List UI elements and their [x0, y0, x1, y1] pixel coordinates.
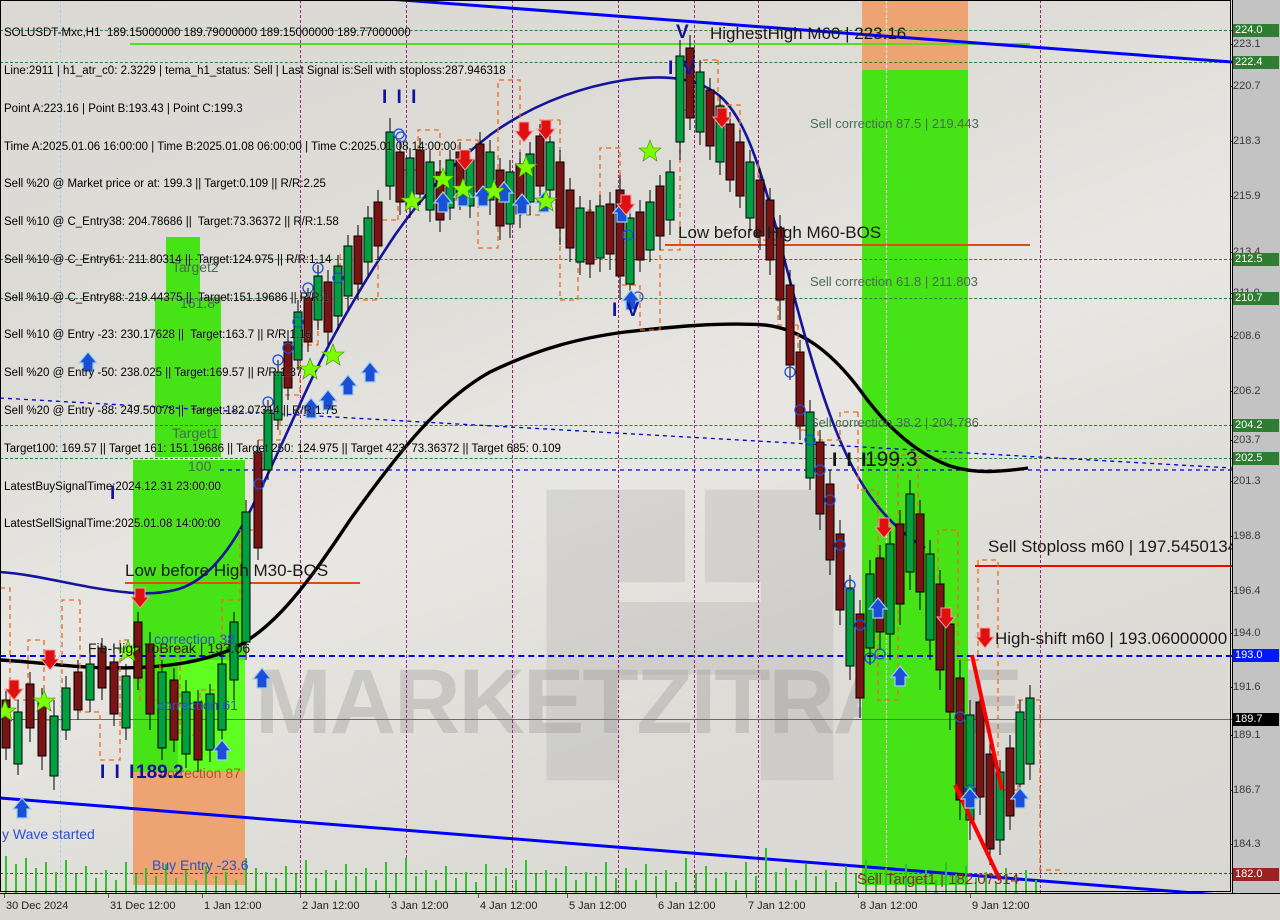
price-tick-1940: 194.0 [1230, 627, 1261, 639]
chart-plot-area[interactable]: MARKETZITRADE HighestHigh M60 | 223.16 S… [0, 0, 1232, 893]
time-tick-6: 5 Jan 12:00 [569, 900, 627, 912]
annotation-correction-61: correction 61 [157, 697, 238, 713]
wave-label-III-low: I I I [100, 762, 137, 783]
time-tick-0: 30 Dec 2024 [6, 900, 69, 912]
annotation-sell-stoploss: Sell Stoploss m60 | 197.54501349 [988, 537, 1232, 556]
price-badge-bid: 193.0 [1233, 649, 1279, 662]
header-line-13: LatestSellSignalTime:2025.01.08 14:00:00 [4, 518, 221, 531]
wave-label-IV-2: I V [668, 58, 698, 79]
price-scale[interactable]: 224.0 223.1 222.4 220.7 218.3 215.9 213.… [1230, 0, 1280, 893]
price-tick-1843: 184.3 [1230, 838, 1261, 850]
header-line-9: Sell %20 @ Entry -50: 238.025 || Target:… [4, 367, 303, 380]
annotation-high-shift: High-shift m60 | 193.06000000 [995, 629, 1228, 648]
time-sep-8 [746, 894, 747, 898]
price-tick-1964: 196.4 [1230, 585, 1261, 597]
price-tick-2231: 223.1 [1230, 38, 1261, 50]
time-tick-5: 4 Jan 12:00 [480, 900, 538, 912]
time-sep-10 [970, 894, 971, 898]
annotation-correction-38: correction 38 [154, 631, 235, 647]
price-tick-1916: 191.6 [1230, 681, 1261, 693]
header-line-6: Sell %10 @ C_Entry61: 211.80314 || Targe… [4, 253, 332, 266]
header-line-2: Point A:223.16 | Point B:193.43 | Point … [4, 102, 243, 115]
annotation-low-before-high-m30: Low before High M30-BOS [125, 561, 329, 580]
price-badge-current: 189.7 [1233, 713, 1279, 726]
price-badge-target: 182.0 [1233, 868, 1279, 881]
annotation-price-189-2: 189.2 [136, 762, 184, 783]
chart-info-header: SOLUSDT-Mxc,H1 189.15000000 189.79000000… [4, 2, 561, 556]
time-sep-6 [567, 894, 568, 898]
wave-label-IV: I V [612, 300, 642, 321]
time-tick-10: 9 Jan 12:00 [972, 900, 1030, 912]
price-tick-2159: 215.9 [1230, 190, 1261, 202]
header-line-5: Sell %10 @ C_Entry38: 204.78686 || Targe… [4, 216, 339, 229]
price-tick-2013: 201.3 [1230, 475, 1261, 487]
header-line-4: Sell %20 @ Market price or at: 199.3 || … [4, 178, 326, 191]
header-line-10: Sell %20 @ Entry -88: 249.50078 || Targe… [4, 405, 338, 417]
time-tick-7: 6 Jan 12:00 [658, 900, 716, 912]
annotation-sell-corr-382: Sell correction 38.2 | 204.786 [810, 415, 979, 430]
time-sep-9 [858, 894, 859, 898]
annotation-sell-target1: Sell Target1 | 182.07314 [857, 871, 1020, 888]
price-tick-2086: 208.6 [1230, 330, 1261, 342]
wave-label-III-right: I I I [832, 450, 869, 471]
time-tick-8: 7 Jan 12:00 [748, 900, 806, 912]
time-tick-1: 31 Dec 12:00 [110, 900, 176, 912]
header-line-7: Sell %10 @ C_Entry88: 219.44375 || Targe… [4, 291, 330, 304]
time-sep-0 [4, 894, 5, 898]
annotation-sell-corr-875: Sell correction 87.5 | 219.443 [810, 116, 979, 131]
time-tick-9: 8 Jan 12:00 [860, 900, 918, 912]
time-sep-7 [656, 894, 657, 898]
price-tick-2207: 220.7 [1230, 80, 1261, 92]
price-badge-2125: 212.5 [1233, 253, 1279, 266]
price-badge-2042: 204.2 [1233, 419, 1279, 432]
price-badge-224: 224.0 [1233, 24, 1279, 37]
price-tick-1891: 189.1 [1230, 729, 1261, 741]
header-line-0: SOLUSDT-Mxc,H1 189.15000000 189.79000000… [4, 27, 411, 40]
price-badge-2107: 210.7 [1233, 292, 1279, 305]
time-sep-5 [478, 894, 479, 898]
price-badge-2025: 202.5 [1233, 452, 1279, 465]
time-tick-2: 1 Jan 12:00 [204, 900, 262, 912]
time-tick-4: 3 Jan 12:00 [391, 900, 449, 912]
price-tick-1988: 198.8 [1230, 530, 1261, 542]
header-line-3: Time A:2025.01.06 16:00:00 | Time B:2025… [4, 140, 457, 153]
price-tick-2183: 218.3 [1230, 135, 1261, 147]
annotation-highest-high: HighestHigh M60 | 223.16 [710, 24, 907, 43]
annotation-wave-started: y Wave started [2, 826, 95, 842]
time-tick-3: 2 Jan 12:00 [302, 900, 360, 912]
time-sep-2 [202, 894, 203, 898]
header-line-12: LatestBuySignalTime:2024.12.31 23:00:00 [4, 480, 221, 493]
annotation-buy-entry: Buy Entry -23.6 [152, 857, 249, 873]
annotation-price-199-3: 199.3 [865, 448, 918, 471]
mt4-chart-window[interactable]: MARKETZITRADE HighestHigh M60 | 223.16 S… [0, 0, 1280, 920]
price-tick-2037: 203.7 [1230, 434, 1261, 446]
header-line-1: Line:2911 | h1_atr_c0: 2.3229 | tema_h1_… [4, 64, 506, 77]
annotation-sell-corr-618: Sell correction 61.8 | 211.803 [810, 274, 978, 289]
time-sep-4 [389, 894, 390, 898]
header-line-8: Sell %10 @ Entry -23: 230.17628 || Targe… [4, 329, 312, 342]
time-scale[interactable]: 30 Dec 2024 31 Dec 12:00 1 Jan 12:00 2 J… [0, 893, 1280, 920]
wave-label-V: V [676, 22, 689, 43]
price-badge-2224: 222.4 [1233, 56, 1279, 69]
price-tick-2062: 206.2 [1230, 385, 1261, 397]
time-sep-1 [108, 894, 109, 898]
price-tick-1867: 186.7 [1230, 784, 1261, 796]
time-sep-3 [300, 894, 301, 898]
annotation-low-before-high-m60: Low before High M60-BOS [678, 223, 882, 242]
header-line-11: Target100: 169.57 || Target 161: 151.196… [4, 442, 561, 455]
